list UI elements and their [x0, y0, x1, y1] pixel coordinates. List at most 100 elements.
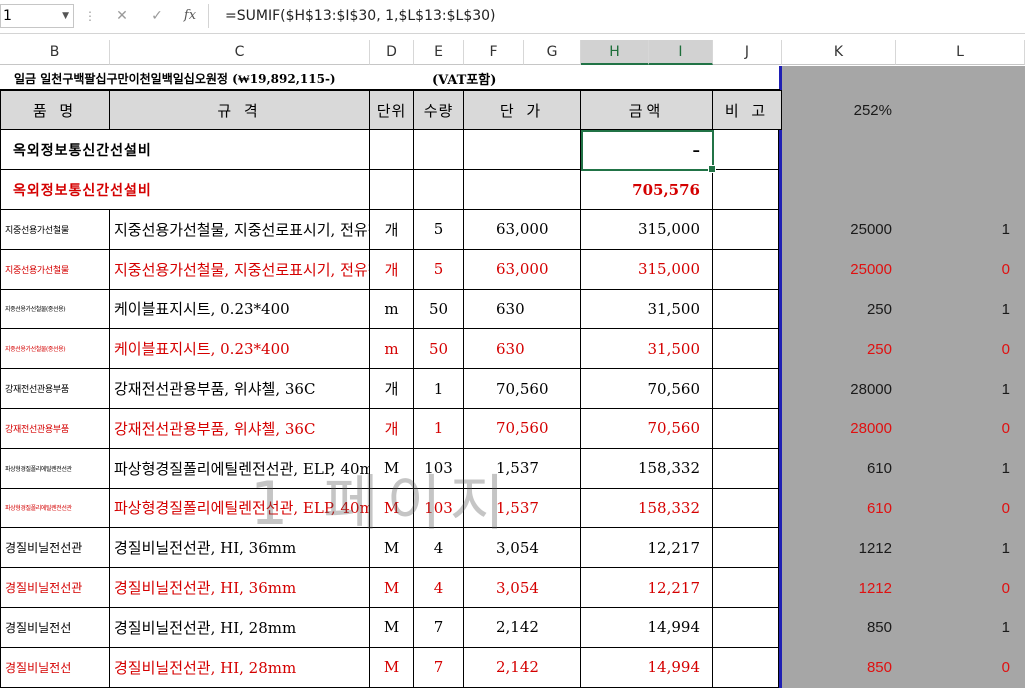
section-price[interactable]	[464, 170, 581, 210]
amount-cell[interactable]: 70,560	[581, 409, 713, 449]
section-qty[interactable]	[414, 130, 464, 170]
unit-cell[interactable]: 개	[370, 210, 414, 250]
unit-cell[interactable]: 개	[370, 249, 414, 290]
amount-cell[interactable]: 14,994	[581, 608, 713, 648]
helper-value-cell[interactable]: 1212	[782, 568, 892, 608]
unit-price-cell[interactable]: 63,000	[464, 210, 581, 250]
header-qty[interactable]: 수량	[414, 90, 464, 130]
amount-cell[interactable]: 315,000	[581, 249, 713, 290]
flag-cell[interactable]: 0	[892, 489, 1010, 529]
amount-cell[interactable]: 12,217	[581, 568, 713, 608]
note-cell[interactable]	[713, 329, 779, 370]
flag-cell[interactable]: 1	[892, 210, 1010, 250]
qty-cell[interactable]: 7	[414, 608, 464, 648]
flag-cell[interactable]: 1	[892, 528, 1010, 568]
item-name-cell[interactable]: 강재전선관용부품	[0, 409, 110, 449]
qty-cell[interactable]: 103	[414, 448, 464, 489]
unit-cell[interactable]: m	[370, 289, 414, 330]
flag-cell[interactable]: 0	[892, 648, 1010, 688]
unit-price-cell[interactable]: 1,537	[464, 448, 581, 489]
column-header-b[interactable]: B	[0, 40, 110, 65]
formula-input[interactable]: =SUMIF($H$13:$I$30, 1,$L$13:$L$30)	[208, 4, 1025, 28]
unit-price-cell[interactable]: 630	[464, 329, 581, 370]
unit-price-cell[interactable]: 3,054	[464, 568, 581, 608]
flag-cell[interactable]: 1	[892, 608, 1010, 648]
more-options-icon[interactable]: ⋮	[84, 9, 96, 23]
qty-cell[interactable]: 7	[414, 647, 464, 688]
header-price[interactable]: 단 가	[464, 90, 581, 130]
spec-cell[interactable]: 경질비닐전선관, HI, 28mm	[110, 647, 370, 688]
qty-cell[interactable]: 5	[414, 210, 464, 250]
item-name-cell[interactable]: 지중선용가선철물(중선용)	[0, 289, 110, 330]
unit-cell[interactable]: M	[370, 608, 414, 648]
item-name-cell[interactable]: 파상형경질폴리에틸렌전선관	[0, 488, 110, 529]
amount-cell[interactable]: 70,560	[581, 369, 713, 409]
helper-value-cell[interactable]: 28000	[782, 409, 892, 449]
note-cell[interactable]	[713, 210, 779, 250]
column-header-f[interactable]: F	[464, 40, 524, 65]
unit-cell[interactable]: m	[370, 329, 414, 370]
unit-cell[interactable]: M	[370, 488, 414, 529]
unit-price-cell[interactable]: 63,000	[464, 249, 581, 290]
unit-cell[interactable]: M	[370, 647, 414, 688]
column-header-j[interactable]: J	[713, 40, 782, 65]
unit-cell[interactable]: M	[370, 448, 414, 489]
active-cell-selection[interactable]	[581, 130, 716, 173]
note-cell[interactable]	[713, 488, 779, 529]
unit-cell[interactable]: M	[370, 528, 414, 569]
item-name-cell[interactable]: 지중선용가선철물(중선용)	[0, 329, 110, 370]
flag-cell[interactable]: 1	[892, 290, 1010, 330]
header-spec[interactable]: 규 격	[110, 90, 370, 130]
column-header-h[interactable]: H	[581, 40, 649, 65]
note-cell[interactable]	[713, 448, 779, 489]
percent-cell[interactable]: 252%	[782, 90, 892, 130]
item-name-cell[interactable]: 경질비닐전선관	[0, 528, 110, 569]
chevron-down-icon[interactable]: ▼	[62, 5, 69, 27]
column-header-l[interactable]: L	[896, 40, 1025, 65]
section-name[interactable]: 옥외정보통신간선설비	[0, 170, 370, 210]
note-cell[interactable]	[713, 289, 779, 330]
column-header-d[interactable]: D	[370, 40, 414, 65]
column-header-c[interactable]: C	[110, 40, 370, 65]
note-cell[interactable]	[713, 369, 779, 409]
item-name-cell[interactable]: 지중선용가선철물	[0, 210, 110, 250]
flag-cell[interactable]: 1	[892, 449, 1010, 489]
amount-cell[interactable]: 158,332	[581, 488, 713, 529]
note-cell[interactable]	[713, 608, 779, 648]
item-name-cell[interactable]: 경질비닐전선	[0, 608, 110, 648]
amount-cell[interactable]: 315,000	[581, 210, 713, 250]
column-header-k[interactable]: K	[782, 40, 896, 65]
qty-cell[interactable]: 50	[414, 289, 464, 330]
section-unit[interactable]	[370, 130, 414, 170]
qty-cell[interactable]: 4	[414, 568, 464, 608]
note-cell[interactable]	[713, 647, 779, 688]
helper-value-cell[interactable]: 25000	[782, 210, 892, 250]
helper-value-cell[interactable]: 610	[782, 449, 892, 489]
spec-cell[interactable]: 경질비닐전선관, HI, 36mm	[110, 568, 370, 608]
section-note[interactable]	[713, 170, 779, 210]
section-amount[interactable]: 705,576	[581, 170, 713, 210]
section-qty[interactable]	[414, 170, 464, 210]
amount-cell[interactable]: 12,217	[581, 528, 713, 569]
qty-cell[interactable]: 1	[414, 369, 464, 409]
qty-cell[interactable]: 1	[414, 409, 464, 449]
note-cell[interactable]	[713, 249, 779, 290]
fill-handle[interactable]	[708, 165, 716, 173]
unit-price-cell[interactable]: 70,560	[464, 369, 581, 409]
helper-value-cell[interactable]: 850	[782, 648, 892, 688]
item-name-cell[interactable]: 경질비닐전선	[0, 647, 110, 688]
column-header-i[interactable]: I	[649, 40, 713, 65]
amount-cell[interactable]: 158,332	[581, 448, 713, 489]
note-cell[interactable]	[713, 528, 779, 569]
spec-cell[interactable]: 지중선용가선철물, 지중선로표시기, 전유척	[110, 249, 370, 290]
header-unit[interactable]: 단위	[370, 90, 414, 130]
spec-cell[interactable]: 경질비닐전선관, HI, 36mm	[110, 528, 370, 569]
unit-cell[interactable]: 개	[370, 409, 414, 449]
helper-value-cell[interactable]: 25000	[782, 250, 892, 290]
unit-price-cell[interactable]: 70,560	[464, 409, 581, 449]
spec-cell[interactable]: 파상형경질폴리에틸렌전선관, ELP, 40mm	[110, 448, 370, 489]
unit-price-cell[interactable]: 3,054	[464, 528, 581, 569]
header-amount[interactable]: 금액	[581, 90, 713, 130]
amount-cell[interactable]: 14,994	[581, 647, 713, 688]
qty-cell[interactable]: 5	[414, 249, 464, 290]
